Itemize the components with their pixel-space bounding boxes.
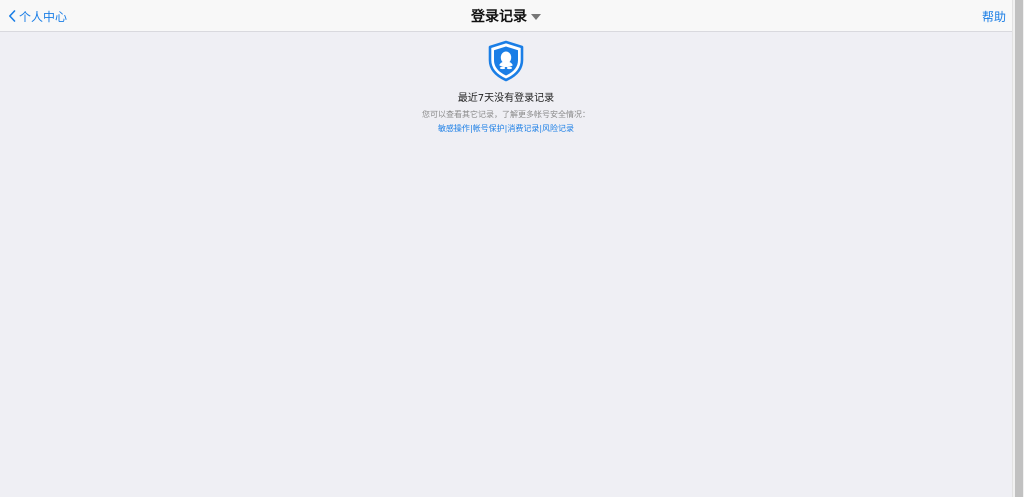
risk-records-link[interactable]: 风险记录 [542, 124, 574, 133]
title-container: 登录记录 [0, 6, 1012, 26]
caret-down-icon [531, 13, 541, 20]
page-title-dropdown[interactable]: 登录记录 [471, 6, 541, 26]
page: 个人中心 登录记录 帮助 最近7天没有登录记录 您可以查看其它记录，了解更多帐号… [0, 0, 1024, 497]
empty-state: 最近7天没有登录记录 您可以查看其它记录，了解更多帐号安全情况： 敏感操作|帐号… [0, 40, 1012, 134]
scrollbar-thumb[interactable] [1015, 0, 1023, 497]
qq-shield-icon [488, 40, 524, 82]
page-title: 登录记录 [471, 9, 527, 25]
top-nav-bar: 个人中心 登录记录 帮助 [0, 0, 1012, 32]
help-link[interactable]: 帮助 [982, 8, 1006, 25]
vertical-scrollbar[interactable] [1012, 0, 1024, 497]
sensitive-operations-link[interactable]: 敏感操作 [438, 124, 470, 133]
empty-state-description: 您可以查看其它记录，了解更多帐号安全情况： [422, 110, 590, 119]
account-protection-link[interactable]: 帐号保护 [473, 124, 505, 133]
empty-state-message: 最近7天没有登录记录 [457, 93, 555, 104]
other-records-links: 敏感操作|帐号保护|消费记录|风险记录 [0, 123, 1012, 134]
consumption-records-link[interactable]: 消费记录 [507, 124, 539, 133]
